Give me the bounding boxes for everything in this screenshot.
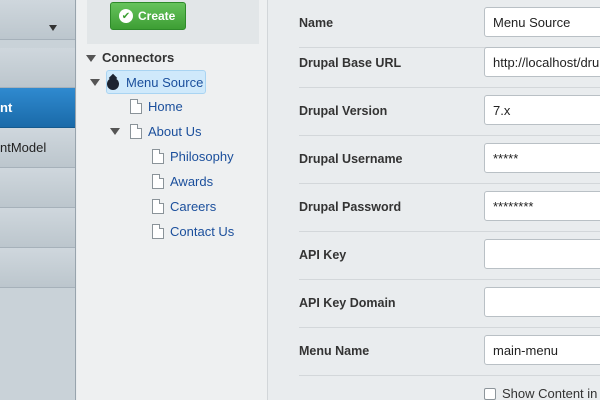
tree-node-label: Menu Source xyxy=(126,74,204,90)
tree-node-contact-us[interactable]: Contact Us xyxy=(152,221,234,241)
expand-triangle-icon xyxy=(90,78,100,86)
name-input[interactable] xyxy=(484,7,600,37)
tree-node-label: Home xyxy=(148,98,183,114)
page-icon xyxy=(152,198,164,214)
page-icon xyxy=(130,123,142,139)
menu-name-input[interactable] xyxy=(484,335,600,365)
tree-node-label: Contact Us xyxy=(170,223,235,239)
checkbox-label: Show Content in M xyxy=(502,386,600,400)
check-icon: ✔ xyxy=(119,9,133,23)
field-label: Drupal Version xyxy=(299,104,388,118)
tree-node-menu-source[interactable]: Menu Source xyxy=(90,72,203,92)
form-row-password: Drupal Password xyxy=(299,184,600,232)
form-row-api-key-domain: API Key Domain xyxy=(299,280,600,328)
form-row-api-key: API Key xyxy=(299,232,600,280)
field-label: Menu Name xyxy=(299,344,370,358)
tree-toolbar: ✔ Create xyxy=(87,0,259,44)
field-label: API Key Domain xyxy=(299,296,396,310)
connector-form: Name Drupal Base URL Drupal Version Drup… xyxy=(269,0,600,400)
nav-item-model[interactable]: ntModel xyxy=(0,128,75,168)
tree-node-awards[interactable]: Awards xyxy=(152,171,213,191)
tree-node-label: Awards xyxy=(170,173,214,189)
field-label: Drupal Username xyxy=(299,152,403,166)
version-input[interactable] xyxy=(484,95,600,125)
field-label: Drupal Base URL xyxy=(299,56,402,70)
password-input[interactable] xyxy=(484,191,600,221)
tree-panel: ✔ Create Connectors Menu Source Home Abo… xyxy=(77,0,268,400)
tree-node-about-us[interactable]: About Us xyxy=(110,121,201,141)
nav-item-active[interactable]: nt xyxy=(0,88,75,128)
nav-item-label: ntModel xyxy=(0,140,47,155)
form-row-menu-name: Menu Name xyxy=(299,328,600,376)
expand-triangle-icon xyxy=(110,127,120,135)
page-icon xyxy=(152,173,164,189)
show-content-checkbox-row[interactable]: Show Content in M xyxy=(484,386,600,400)
nav-item-7[interactable] xyxy=(0,248,75,288)
nav-item-dropdown[interactable] xyxy=(0,0,75,40)
create-button-label: Create xyxy=(138,9,176,23)
page-icon xyxy=(130,98,142,114)
api-key-domain-input[interactable] xyxy=(484,287,600,317)
tree-node-philosophy[interactable]: Philosophy xyxy=(152,146,234,166)
tree-node-label: About Us xyxy=(148,123,202,139)
left-nav: nt ntModel xyxy=(0,0,76,400)
nav-item-label: nt xyxy=(0,100,13,115)
tree-root-toggle[interactable] xyxy=(86,48,96,68)
base-url-input[interactable] xyxy=(484,47,600,77)
api-key-input[interactable] xyxy=(484,239,600,269)
expand-triangle-icon xyxy=(86,54,96,62)
form-row-base-url: Drupal Base URL xyxy=(299,40,600,88)
field-label: API Key xyxy=(299,248,347,262)
page-icon xyxy=(152,223,164,239)
tree-node-home[interactable]: Home xyxy=(130,96,183,116)
tree-root-label: Connectors xyxy=(102,50,175,65)
username-input[interactable] xyxy=(484,143,600,173)
field-label: Name xyxy=(299,16,334,30)
tree-node-careers[interactable]: Careers xyxy=(152,196,216,216)
nav-item-5[interactable] xyxy=(0,168,75,208)
create-button[interactable]: ✔ Create xyxy=(110,2,186,30)
nav-item-2[interactable] xyxy=(0,48,75,88)
tree-node-label: Philosophy xyxy=(170,148,234,164)
show-content-checkbox[interactable] xyxy=(484,387,496,400)
caret-down-icon xyxy=(49,25,57,31)
drupal-drop-icon xyxy=(106,75,120,90)
tree-node-label: Careers xyxy=(170,198,217,214)
field-label: Drupal Password xyxy=(299,200,402,214)
nav-item-6[interactable] xyxy=(0,208,75,248)
page-icon xyxy=(152,148,164,164)
form-row-version: Drupal Version xyxy=(299,88,600,136)
form-row-username: Drupal Username xyxy=(299,136,600,184)
